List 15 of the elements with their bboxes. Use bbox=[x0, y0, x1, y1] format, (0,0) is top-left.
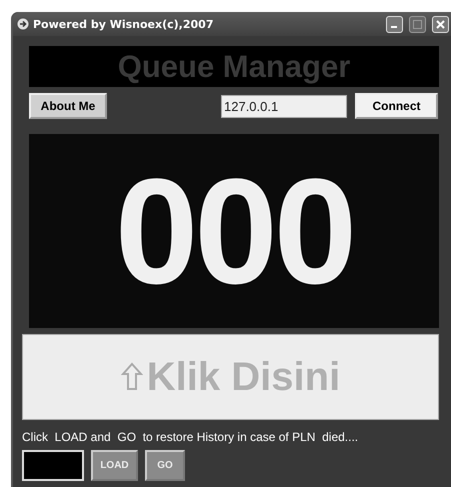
about-button[interactable]: About Me bbox=[29, 93, 107, 119]
app-banner: Queue Manager bbox=[29, 46, 439, 87]
server-address-field[interactable]: 127.0.0.1 bbox=[221, 94, 347, 118]
history-field[interactable] bbox=[22, 450, 84, 481]
maximize-icon bbox=[413, 20, 422, 28]
maximize-button[interactable] bbox=[409, 16, 426, 32]
connect-button[interactable]: Connect bbox=[355, 93, 438, 119]
queue-number: 000 bbox=[29, 134, 439, 328]
up-arrow-icon bbox=[120, 362, 143, 392]
close-icon bbox=[436, 20, 445, 28]
minimize-button[interactable] bbox=[386, 16, 403, 32]
hint-text: Click LOAD and GO to restore History in case of PLN died.... bbox=[22, 430, 360, 444]
window-title: Powered by Wisnoex(c),2007 bbox=[33, 18, 214, 30]
close-button[interactable] bbox=[432, 16, 449, 32]
app-icon bbox=[17, 18, 29, 30]
